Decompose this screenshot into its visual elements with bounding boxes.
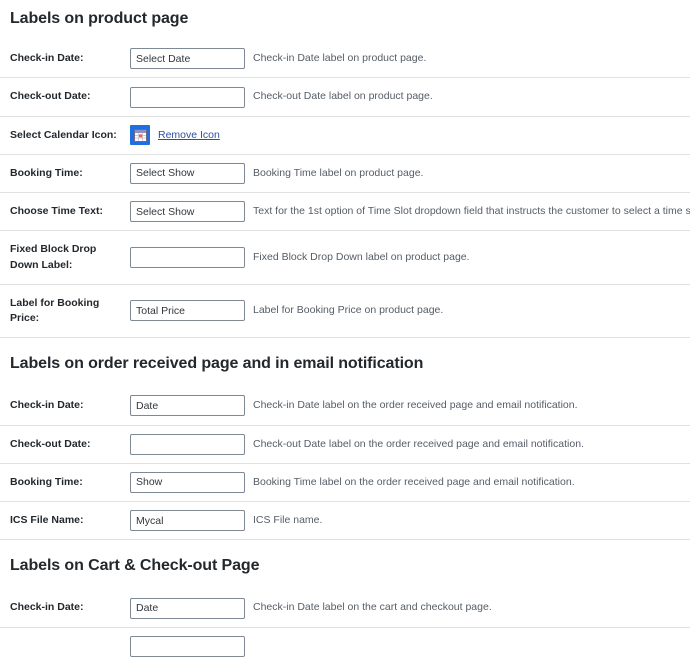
field-description: Booking Time label on product page.	[253, 166, 424, 179]
field-description: Check-in Date label on product page.	[253, 52, 427, 65]
field-cell	[130, 231, 248, 284]
checkout-date-product-input[interactable]	[130, 86, 245, 108]
field-cell: Remove Icon	[130, 116, 690, 154]
settings-table-cart-checkout: Check-in Date: Check-in Date label on th…	[0, 589, 690, 664]
settings-page: Labels on product page Check-in Date: Ch…	[0, 0, 690, 665]
table-row: Choose Time Text: Text for the 1st optio…	[0, 193, 690, 231]
field-description	[248, 627, 690, 665]
table-row: Check-in Date: Check-in Date label on th…	[0, 589, 690, 628]
field-label: Check-in Date:	[10, 399, 84, 412]
field-cell	[130, 78, 248, 116]
calendar-icon[interactable]	[130, 125, 150, 146]
field-description: Booking Time label on the order received…	[253, 475, 575, 488]
field-description: Check-out Date label on product page.	[253, 90, 433, 103]
field-description: Fixed Block Drop Down label on product p…	[253, 250, 470, 263]
field-cell	[130, 627, 248, 665]
field-cell	[130, 387, 248, 425]
choose-time-text-input[interactable]	[130, 201, 245, 223]
field-label: Check-out Date:	[10, 90, 91, 103]
table-row: Check-out Date: Check-out Date label on …	[0, 425, 690, 464]
table-row: Booking Time: Booking Time label on the …	[0, 463, 690, 502]
field-label: Check-in Date:	[10, 601, 84, 614]
field-description: Check-in Date label on the order receive…	[253, 399, 578, 412]
table-row: ICS File Name: ICS File name.	[0, 502, 690, 540]
field-label: Booking Time:	[10, 475, 83, 488]
checkout-date-order-input[interactable]	[130, 433, 245, 455]
table-row: Booking Time: Booking Time label on prod…	[0, 154, 690, 193]
settings-table-order-received: Check-in Date: Check-in Date label on th…	[0, 387, 690, 540]
fixed-block-dropdown-label-input[interactable]	[130, 247, 245, 268]
booking-time-order-input[interactable]	[130, 471, 245, 493]
field-label: Choose Time Text:	[10, 205, 103, 218]
field-label: Check-in Date:	[10, 52, 84, 65]
field-label	[0, 627, 130, 665]
booking-price-label-input[interactable]	[130, 300, 245, 322]
field-cell	[130, 193, 248, 231]
field-label: Check-out Date:	[10, 437, 91, 450]
section-heading-order-received: Labels on order received page and in ema…	[10, 355, 424, 373]
field-label: Select Calendar Icon:	[10, 128, 117, 141]
table-row: Label for Booking Price: Label for Booki…	[0, 284, 690, 338]
field-description: Check-out Date label on the order receiv…	[253, 437, 584, 450]
field-label: Booking Time:	[10, 166, 83, 179]
ics-file-name-input[interactable]	[130, 510, 245, 532]
field-label: Fixed Block Drop Down Label:	[10, 243, 97, 271]
field-cell	[130, 284, 248, 337]
remove-icon-link[interactable]: Remove Icon	[158, 129, 220, 141]
checkin-date-cart-input[interactable]	[130, 597, 245, 619]
field-cell	[130, 425, 248, 463]
field-description: ICS File name.	[253, 514, 323, 526]
section-heading-cart-checkout: Labels on Cart & Check-out Page	[10, 557, 260, 575]
field-label: Label for Booking Price:	[10, 296, 100, 324]
field-cell	[130, 589, 248, 627]
table-row: Fixed Block Drop Down Label: Fixed Block…	[0, 231, 690, 285]
table-row: Check-out Date: Check-out Date label on …	[0, 78, 690, 117]
field-cell	[130, 502, 248, 540]
field-description: Check-in Date label on the cart and chec…	[253, 601, 492, 614]
field-cell	[130, 40, 248, 78]
settings-table-product-page: Check-in Date: Check-in Date label on pr…	[0, 40, 690, 338]
field-description: Label for Booking Price on product page.	[253, 304, 444, 317]
table-row: Check-in Date: Check-in Date label on th…	[0, 387, 690, 426]
table-row: Check-in Date: Check-in Date label on pr…	[0, 40, 690, 78]
field-cell	[130, 463, 248, 501]
checkout-date-cart-input[interactable]	[130, 635, 245, 657]
field-cell	[130, 154, 248, 192]
field-label: ICS File Name:	[10, 514, 84, 526]
section-heading-product-page: Labels on product page	[10, 10, 189, 27]
booking-time-product-input[interactable]	[130, 162, 245, 184]
field-description: Text for the 1st option of Time Slot dro…	[253, 205, 690, 218]
table-row	[0, 627, 690, 665]
checkin-date-product-input[interactable]	[130, 48, 245, 70]
checkin-date-order-input[interactable]	[130, 395, 245, 417]
table-row: Select Calendar Icon: Remove Icon	[0, 116, 690, 155]
